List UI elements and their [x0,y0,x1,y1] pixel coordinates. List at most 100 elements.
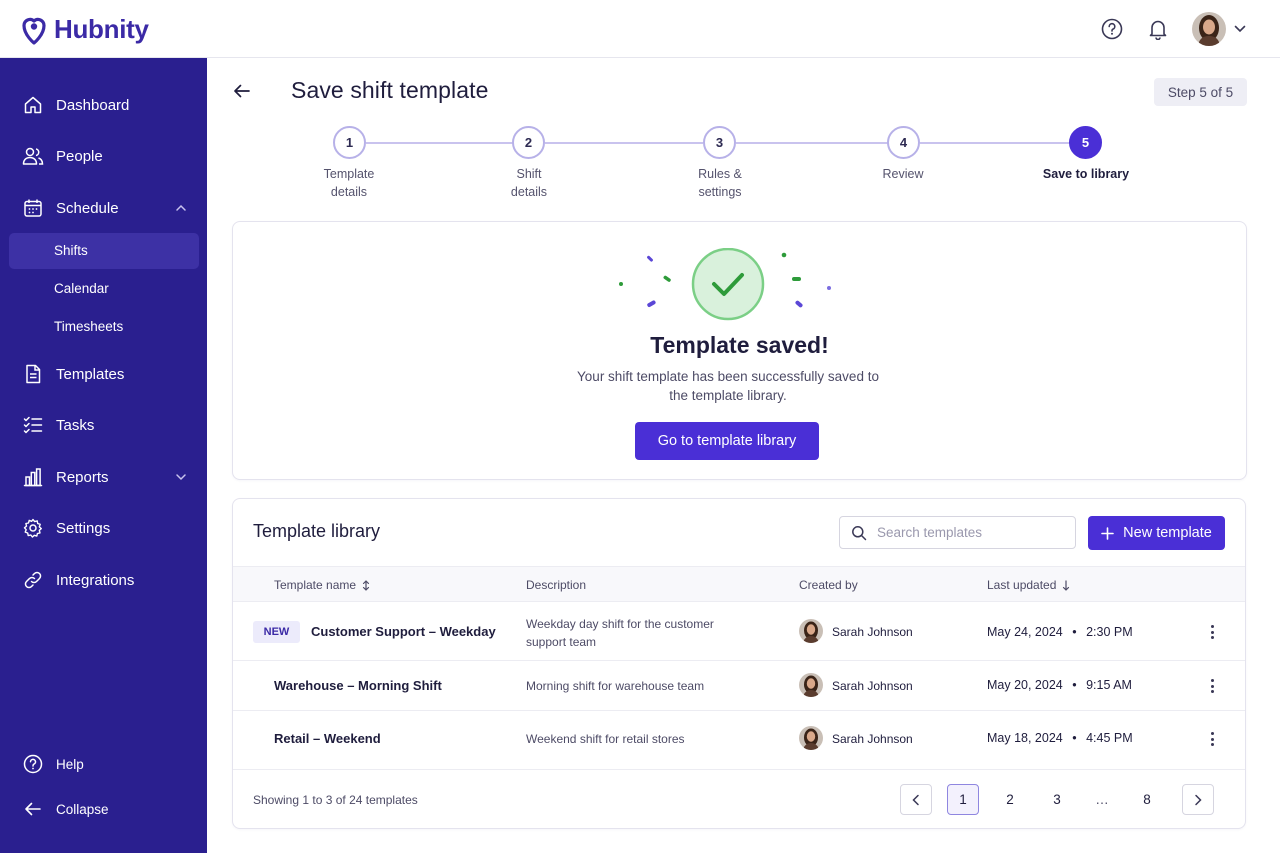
sidebar-item-label: Reports [56,468,109,486]
column-header-created-by: Created by [799,578,858,592]
step-3-circle[interactable]: 3 [703,126,736,159]
sidebar-item-integrations[interactable]: Integrations [22,569,187,591]
sidebar-help[interactable]: Help [22,753,187,775]
app-name: Hubnity [54,14,149,44]
step-2-label: Shift details [510,167,548,199]
search-icon [852,525,867,540]
avatar [1192,12,1226,46]
bar-chart-icon [22,466,44,488]
table-row[interactable]: NEW Customer Support – Weekday Weekday d… [233,602,1245,661]
sidebar-item-label: Templates [56,365,125,383]
sidebar-item-dashboard[interactable]: Dashboard [22,94,187,116]
go-to-library-button[interactable]: Go to template library [635,422,819,460]
step-1-label: Template details [323,167,375,199]
sidebar-collapse-label: Collapse [56,801,109,817]
calendar-icon [22,197,44,219]
pagination-next-button[interactable] [1182,784,1214,815]
new-template-button[interactable]: New template [1088,516,1225,550]
stepper-connector [920,142,1070,144]
sidebar-item-label: People [56,147,103,165]
plus-icon [1101,526,1114,540]
sort-icon [362,579,370,591]
template-library-card: Template library New template Template n… [232,498,1246,829]
template-description: Weekday day shift for the customer suppo… [526,617,714,649]
separator-dot: • [1072,625,1077,639]
column-header-last-updated[interactable]: Last updated [987,578,1070,592]
table-row[interactable]: Warehouse – Morning Shift Morning shift … [233,661,1245,711]
user-menu[interactable] [1192,12,1246,46]
document-icon [22,363,44,385]
sidebar-item-label: Dashboard [56,96,130,114]
created-by: Sarah Johnson [832,732,913,746]
sidebar-item-reports[interactable]: Reports [22,466,187,488]
sidebar: Dashboard People Schedule Shifts Calenda… [0,58,207,853]
pagination-page-1[interactable]: 1 [947,784,979,815]
updated-time: 9:15 AM [1086,678,1132,692]
help-icon[interactable] [1100,17,1124,41]
updated-date: May 20, 2024 [987,678,1063,692]
sidebar-item-settings[interactable]: Settings [22,517,187,539]
chevron-down-icon [1234,25,1246,33]
template-name[interactable]: Retail – Weekend [274,731,381,746]
back-arrow-icon[interactable] [232,82,252,105]
home-icon [22,94,44,116]
pagination-page-3[interactable]: 3 [1041,784,1073,815]
sidebar-item-templates[interactable]: Templates [22,363,187,385]
sidebar-item-people[interactable]: People [22,145,187,167]
pagination-page-2[interactable]: 2 [994,784,1026,815]
table-row[interactable]: Retail – Weekend Weekend shift for retai… [233,711,1245,770]
last-updated: May 24, 2024 • 2:30 PM [987,625,1133,639]
app-logo[interactable]: Hubnity [22,14,149,45]
sidebar-subitem-timesheets[interactable]: Timesheets [54,319,123,334]
sidebar-item-label: Tasks [56,416,95,434]
sidebar-item-schedule[interactable]: Schedule [22,197,187,219]
success-card: Template saved! Your shift template has … [232,221,1247,480]
column-header-name[interactable]: Template name [274,578,370,592]
bell-icon[interactable] [1146,17,1170,41]
search-input[interactable] [877,525,1057,540]
pagination-page-8[interactable]: 8 [1131,784,1163,815]
template-name[interactable]: Customer Support – Weekday [311,624,496,639]
template-description: Morning shift for warehouse team [526,679,705,693]
chevron-down-icon [176,474,186,481]
more-options-icon[interactable] [1205,677,1219,695]
pagination-ellipsis: … [1095,792,1109,807]
people-icon [22,145,44,167]
stepper-connector [366,142,513,144]
sidebar-subitem-shifts[interactable]: Shifts [54,243,88,258]
step-2-circle[interactable]: 2 [512,126,545,159]
sidebar-item-tasks[interactable]: Tasks [22,414,187,436]
step-5-circle[interactable]: 5 [1069,126,1102,159]
more-options-icon[interactable] [1205,623,1219,641]
last-updated: May 18, 2024 • 4:45 PM [987,731,1133,745]
step-1-circle[interactable]: 1 [333,126,366,159]
updated-time: 2:30 PM [1086,625,1133,639]
sidebar-help-label: Help [56,756,84,772]
avatar [799,726,823,750]
column-header-description: Description [526,578,587,592]
sidebar-collapse[interactable]: Collapse [22,798,187,820]
sort-icon [1063,579,1070,591]
new-badge: NEW [253,621,300,643]
step-badge: Step 5 of 5 [1154,78,1247,106]
link-icon [22,569,44,591]
help-icon [22,753,44,775]
table-header: Template name Description Created by Las… [233,566,1245,602]
more-options-icon[interactable] [1205,730,1219,748]
search-field[interactable] [839,516,1076,549]
created-by: Sarah Johnson [832,625,913,639]
sidebar-subitem-calendar[interactable]: Calendar [54,281,109,296]
pagination-prev-button[interactable] [900,784,932,815]
avatar [799,619,823,643]
separator-dot: • [1072,731,1077,745]
template-name[interactable]: Warehouse – Morning Shift [274,678,442,693]
step-3-label: Rules & settings [698,167,742,199]
updated-time: 4:45 PM [1086,731,1133,745]
sidebar-item-label: Schedule [56,199,119,217]
sidebar-item-label: Settings [56,519,111,537]
avatar [799,673,823,697]
step-4-label: Review [882,167,924,181]
step-4-circle[interactable]: 4 [887,126,920,159]
chevron-right-icon [1195,794,1202,805]
column-header-label: Template name [274,578,357,592]
